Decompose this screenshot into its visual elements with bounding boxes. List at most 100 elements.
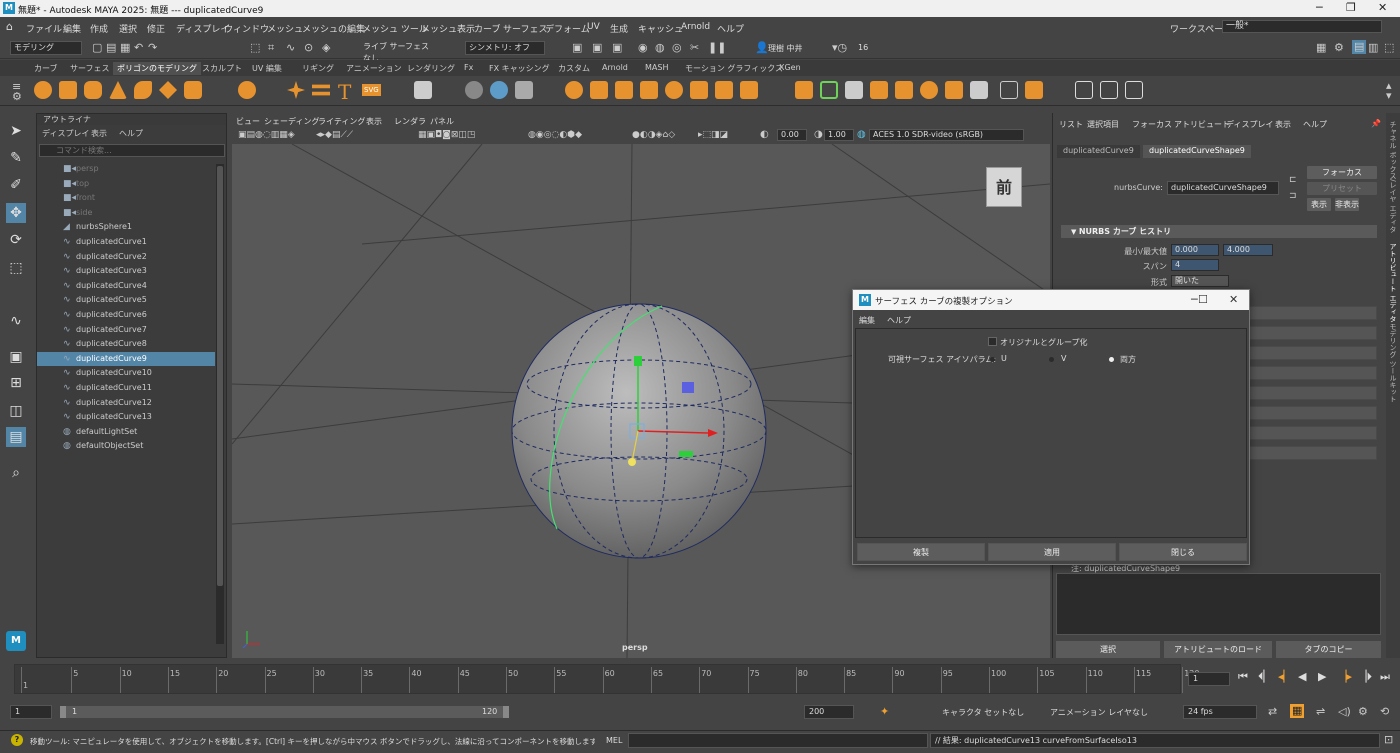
range-bar[interactable]: 1 120	[60, 706, 509, 718]
colorspace-select[interactable]: ACES 1.0 SDR-video (sRGB)	[869, 129, 1024, 141]
menu-generate[interactable]: 生成	[610, 22, 628, 35]
notification-icon[interactable]: ▾◷	[832, 41, 847, 55]
outliner-item[interactable]: ∿ duplicatedCurve13	[37, 410, 215, 424]
workspace-select[interactable]: 一般*	[1222, 20, 1382, 33]
outliner-layout-icon[interactable]: ▤	[6, 427, 26, 447]
dialog-menu-help[interactable]: ヘルプ	[887, 315, 911, 326]
sound-icon[interactable]: ◁)	[1338, 705, 1351, 719]
bevel-icon[interactable]	[565, 81, 583, 99]
menu-surfaces[interactable]: サーフェス	[503, 22, 547, 35]
menu-edit[interactable]: 編集	[63, 22, 81, 35]
outliner-item[interactable]: ◍ defaultObjectSet	[37, 439, 215, 453]
load-attributes-button[interactable]: アトリビュートのロード	[1164, 641, 1272, 658]
side-tab-modeling-toolkit[interactable]: モデリング ツールキット	[1388, 323, 1398, 402]
menu-cache[interactable]: キャッシュ	[638, 22, 683, 35]
outliner-scrollbar[interactable]	[216, 164, 224, 644]
shelf-tab-fx[interactable]: Fx	[460, 63, 477, 76]
lasso-tool-icon[interactable]: ✎	[6, 148, 26, 168]
menu-modify[interactable]: 修正	[147, 22, 165, 35]
outliner-item[interactable]: ■◂ front	[37, 191, 215, 205]
range-start-handle[interactable]	[60, 706, 66, 718]
form-select[interactable]: 開いた	[1171, 275, 1229, 287]
merge-icon[interactable]	[665, 81, 683, 99]
outliner-item[interactable]: ∿ duplicatedCurve5	[37, 293, 215, 307]
sweep-mesh-icon[interactable]	[312, 84, 330, 96]
extrude-icon[interactable]	[590, 81, 608, 99]
shelf-tab-surfaces[interactable]: サーフェス	[66, 63, 114, 76]
symmetry-select[interactable]: シンメトリ: オフ	[465, 41, 545, 55]
menu-uv[interactable]: UV	[587, 22, 600, 32]
vp-menu-panels[interactable]: パネル	[430, 116, 454, 127]
shelf-tab-uv-editing[interactable]: UV 編集	[248, 63, 286, 76]
append-polygon-icon[interactable]	[715, 81, 733, 99]
attr-menu-help[interactable]: ヘルプ	[1303, 119, 1327, 130]
step-forward-key-icon[interactable]: ▕▸	[1338, 670, 1352, 683]
attr-menu-selected[interactable]: 選択項目	[1087, 119, 1119, 130]
min-value-field[interactable]: 0.000	[1171, 244, 1219, 256]
dialog-minimize-icon[interactable]: ─	[1191, 293, 1198, 306]
play-backward-icon[interactable]: ◀	[1298, 670, 1306, 683]
radio-both[interactable]	[1109, 357, 1114, 362]
render-frame-icon[interactable]: ▣	[572, 41, 582, 55]
colorspace-icon[interactable]: ◍	[857, 128, 866, 142]
shading-mode-icon[interactable]: ◍◉◎◌◐⬢◆	[528, 128, 582, 142]
poly-cube-icon[interactable]	[59, 81, 77, 99]
show-toolsettings-icon[interactable]: ⚙	[1334, 41, 1344, 55]
dialog-close-icon[interactable]: ✕	[1229, 293, 1238, 306]
help-icon[interactable]: ?	[11, 734, 23, 746]
auto-key-icon[interactable]: ✦	[880, 705, 889, 719]
outliner-item[interactable]: ∿ duplicatedCurve12	[37, 396, 215, 410]
target-weld-icon[interactable]	[740, 81, 758, 99]
home-icon[interactable]: ⌂	[6, 20, 13, 33]
node-name-field[interactable]: duplicatedCurveShape9	[1167, 181, 1279, 195]
lighting-mode-icon[interactable]: ●◐◑◈⌂◇	[632, 128, 675, 142]
focus-button[interactable]: フォーカス	[1307, 166, 1377, 179]
shelf-tab-sculpting[interactable]: スカルプト	[198, 63, 246, 76]
menu-curves[interactable]: カーブ	[474, 22, 500, 35]
vp-menu-shading[interactable]: シェーディング	[264, 116, 319, 127]
minimize-icon[interactable]: ─	[1316, 1, 1323, 14]
poly-cone-icon[interactable]	[109, 81, 127, 99]
time-editor-icon[interactable]: ⟲	[1380, 705, 1389, 719]
current-frame-field[interactable]: 1	[1188, 672, 1230, 686]
play-forward-icon[interactable]: ▶	[1318, 670, 1326, 683]
outliner-item[interactable]: ∿ duplicatedCurve2	[37, 250, 215, 264]
side-tab-attribute-editor[interactable]: アトリビュート エディタ	[1388, 243, 1398, 322]
outliner-item[interactable]: ∿ duplicatedCurve10	[37, 366, 215, 380]
insert-loop-icon[interactable]	[845, 81, 863, 99]
mel-command-input[interactable]	[628, 733, 928, 748]
circularize-icon[interactable]	[920, 81, 938, 99]
two-view-icon[interactable]: ◫	[6, 401, 26, 421]
super-shape-icon[interactable]	[287, 81, 305, 99]
preset-button[interactable]: プリセット	[1307, 182, 1377, 195]
mirror-icon[interactable]	[515, 81, 533, 99]
rotate-tool-icon[interactable]: ⟳	[6, 230, 26, 250]
multi-cut-icon[interactable]	[690, 81, 708, 99]
menu-help[interactable]: ヘルプ	[717, 22, 744, 35]
go-to-start-icon[interactable]: ⏮	[1238, 670, 1248, 684]
menu-mesh-display[interactable]: メッシュ表示	[421, 22, 475, 35]
outliner-scroll-thumb[interactable]	[217, 166, 223, 586]
wedge-icon[interactable]	[895, 81, 913, 99]
poke-icon[interactable]	[870, 81, 888, 99]
user-name[interactable]: 理樹 中井	[768, 43, 803, 54]
apply-button[interactable]: 適用	[988, 543, 1116, 561]
restore-icon[interactable]: ❐	[1346, 1, 1356, 14]
select-hierarchy-icon[interactable]: ⬚	[250, 41, 260, 55]
fps-select[interactable]: 24 fps	[1183, 705, 1257, 719]
snap-grid-icon[interactable]: ⌗	[268, 41, 274, 55]
select-tool-icon[interactable]: ➤	[6, 121, 26, 141]
menu-file[interactable]: ファイル	[26, 22, 62, 35]
outliner-menu-display[interactable]: ディスプレイ	[42, 128, 89, 139]
script-editor-icon[interactable]: ⊡	[1384, 733, 1393, 747]
outliner-item[interactable]: ∿ duplicatedCurve6	[37, 308, 215, 322]
shelf-tab-rigging[interactable]: リギング	[298, 63, 338, 76]
menu-window[interactable]: ウィンドウ	[224, 22, 269, 35]
dialog-menu-edit[interactable]: 編集	[859, 315, 875, 326]
poly-torus-icon[interactable]	[134, 81, 152, 99]
spans-field[interactable]: 4	[1171, 259, 1219, 271]
select-button[interactable]: 選択	[1056, 641, 1160, 658]
mel-label[interactable]: MEL	[606, 736, 622, 745]
live-surface-label[interactable]: ライブ サーフェスなし	[360, 41, 432, 63]
hypershade-icon[interactable]: ◍	[655, 41, 665, 55]
